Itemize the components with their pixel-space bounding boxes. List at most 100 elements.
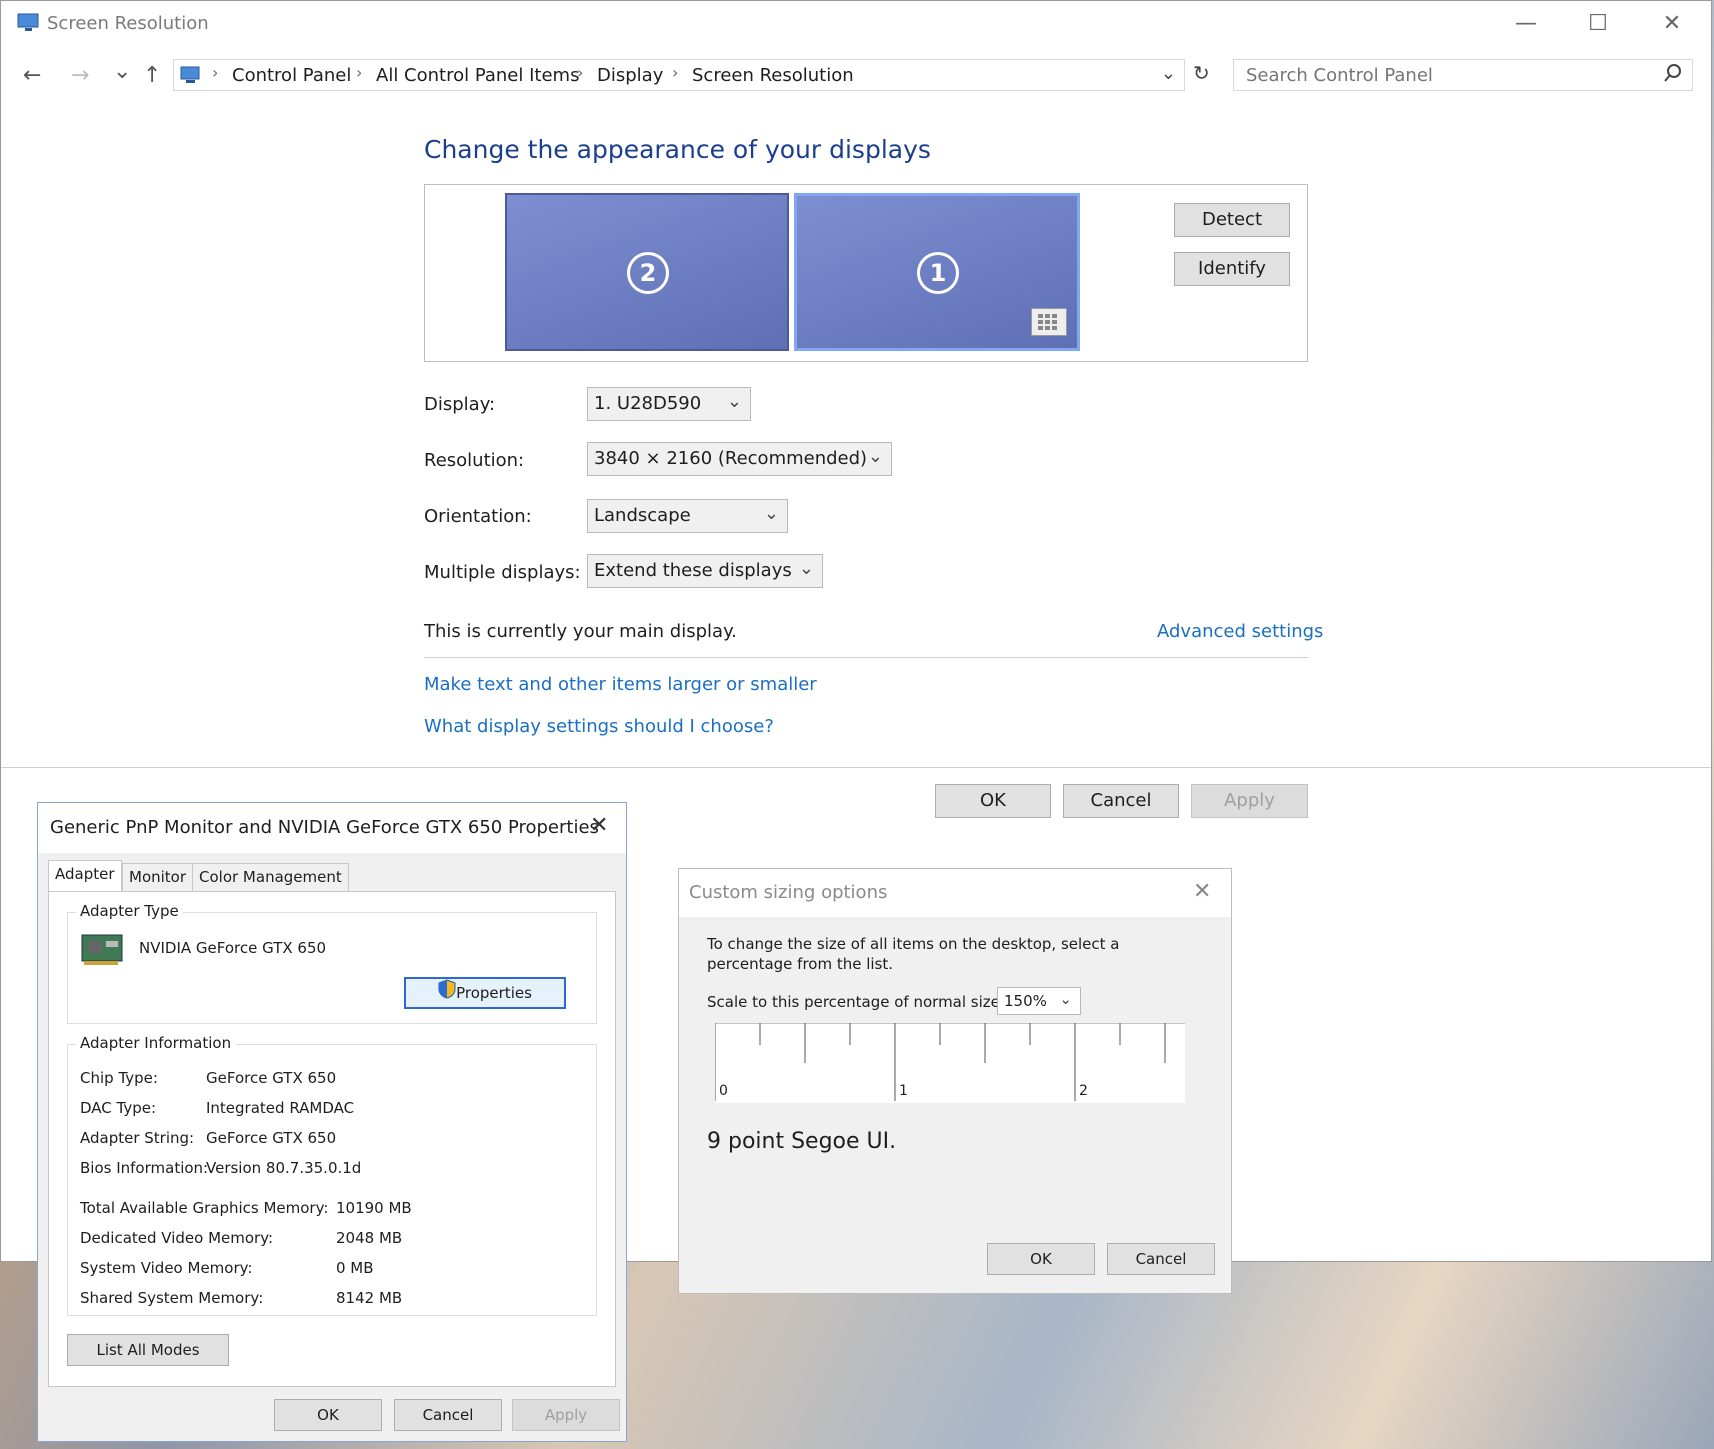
window-title: Screen Resolution	[47, 13, 209, 34]
address-dropdown-chevron-icon[interactable]: ⌄	[1161, 63, 1176, 84]
memory-value: 8142 MB	[336, 1289, 403, 1307]
scale-percentage-select[interactable]: 150% ⌄	[997, 987, 1081, 1015]
custom-sizing-dialog: Custom sizing options ✕ To change the si…	[678, 868, 1232, 1294]
ruler-label: 1	[899, 1083, 908, 1099]
dialog-title: Custom sizing options	[689, 882, 888, 903]
info-value: Integrated RAMDAC	[206, 1099, 355, 1117]
cancel-button[interactable]: Cancel	[1063, 784, 1179, 818]
dialog-title-bar: Custom sizing options ✕	[679, 869, 1231, 917]
make-text-larger-link[interactable]: Make text and other items larger or smal…	[424, 674, 817, 695]
orientation-select[interactable]: Landscape ⌄	[587, 499, 788, 533]
graphics-card-icon	[80, 929, 126, 973]
chevron-down-icon: ⌄	[763, 503, 779, 524]
adapter-tab-panel: Adapter Type NVIDIA GeForce GTX 650 Prop…	[48, 891, 616, 1387]
detect-button[interactable]: Detect	[1174, 203, 1290, 237]
resolution-label: Resolution:	[424, 450, 525, 471]
page-heading: Change the appearance of your displays	[424, 135, 931, 164]
ok-button[interactable]: OK	[935, 784, 1051, 818]
display-settings-help-link[interactable]: What display settings should I choose?	[424, 716, 774, 737]
info-value: GeForce GTX 650	[206, 1069, 337, 1087]
chevron-down-icon: ⌄	[867, 446, 883, 467]
custom-cancel-button[interactable]: Cancel	[1107, 1243, 1215, 1275]
chevron-down-icon: ⌄	[798, 558, 814, 579]
search-icon[interactable]	[1663, 63, 1683, 87]
monitor-1[interactable]: 1	[794, 193, 1080, 351]
breadcrumb-separator-icon: ›	[577, 63, 584, 82]
adapter-properties-button[interactable]: Properties	[404, 977, 566, 1009]
info-value: GeForce GTX 650	[206, 1129, 337, 1147]
uac-shield-icon	[438, 979, 456, 1008]
tab-adapter[interactable]: Adapter	[48, 860, 122, 892]
memory-value: 2048 MB	[336, 1229, 403, 1247]
memory-value: 0 MB	[336, 1259, 374, 1277]
multiple-displays-select[interactable]: Extend these displays ⌄	[587, 554, 823, 588]
breadcrumb-control-panel[interactable]: Control Panel	[232, 65, 351, 86]
monitor-number-badge: 2	[627, 252, 669, 294]
ruler-ticks	[714, 1022, 1185, 1101]
breadcrumb-all-items[interactable]: All Control Panel Items	[376, 65, 579, 86]
custom-ok-button[interactable]: OK	[987, 1243, 1095, 1275]
ruler[interactable]: 0 1 2	[714, 1022, 1185, 1103]
info-key: Bios Information:	[80, 1159, 209, 1177]
props-ok-button[interactable]: OK	[274, 1399, 382, 1431]
custom-description-line1: To change the size of all items on the d…	[707, 935, 1120, 953]
recent-locations-chevron-icon[interactable]: ⌄	[113, 59, 131, 84]
adapter-information-title: Adapter Information	[76, 1034, 236, 1052]
title-bar: Screen Resolution — ☐ ✕	[1, 1, 1711, 47]
info-key: Chip Type:	[80, 1069, 158, 1087]
display-label: Display:	[424, 394, 496, 415]
info-value: Version 80.7.35.0.1d	[206, 1159, 362, 1177]
identify-button[interactable]: Identify	[1174, 252, 1290, 286]
forward-arrow-icon[interactable]: →	[71, 63, 89, 88]
address-bar[interactable]: › Control Panel › All Control Panel Item…	[173, 59, 1185, 91]
breadcrumb-display[interactable]: Display	[597, 65, 663, 86]
maximize-button[interactable]: ☐	[1575, 9, 1621, 39]
info-key: DAC Type:	[80, 1099, 157, 1117]
tab-monitor[interactable]: Monitor	[122, 863, 194, 891]
minimize-button[interactable]: —	[1503, 9, 1549, 39]
memory-key: Total Available Graphics Memory:	[80, 1199, 329, 1217]
memory-key: Dedicated Video Memory:	[80, 1229, 274, 1247]
memory-key: System Video Memory:	[80, 1259, 253, 1277]
display-select[interactable]: 1. U28D590 ⌄	[587, 387, 751, 421]
scale-label: Scale to this percentage of normal size:	[707, 993, 1005, 1011]
adapter-type-group: Adapter Type NVIDIA GeForce GTX 650 Prop…	[67, 902, 597, 1024]
control-panel-icon	[180, 65, 202, 89]
display-select-value: 1. U28D590	[594, 393, 702, 414]
close-icon[interactable]: ✕	[1193, 879, 1211, 904]
back-arrow-icon[interactable]: ←	[23, 63, 41, 88]
up-arrow-icon[interactable]: ↑	[143, 63, 161, 88]
adapter-information-group: Adapter Information Chip Type: GeForce G…	[67, 1034, 597, 1316]
breadcrumb-separator-icon: ›	[212, 63, 219, 82]
breadcrumb-screen-resolution[interactable]: Screen Resolution	[692, 65, 854, 86]
resolution-select[interactable]: 3840 × 2160 (Recommended) ⌄	[587, 442, 892, 476]
props-apply-button[interactable]: Apply	[512, 1399, 620, 1431]
chevron-down-icon: ⌄	[1059, 990, 1072, 1008]
memory-key: Shared System Memory:	[80, 1289, 264, 1307]
props-cancel-button[interactable]: Cancel	[394, 1399, 502, 1431]
dialog-title-bar: Generic PnP Monitor and NVIDIA GeForce G…	[38, 803, 626, 853]
close-button[interactable]: ✕	[1649, 9, 1695, 39]
apply-button[interactable]: Apply	[1191, 784, 1308, 818]
tab-color-management[interactable]: Color Management	[192, 863, 349, 891]
advanced-settings-link[interactable]: Advanced settings	[1157, 621, 1323, 642]
orientation-select-value: Landscape	[594, 505, 691, 526]
divider	[424, 657, 1308, 658]
memory-value: 10190 MB	[336, 1199, 412, 1217]
address-row: ← → ⌄ ↑ › Control Panel › All Control Pa…	[1, 55, 1711, 95]
main-display-text: This is currently your main display.	[424, 621, 737, 642]
refresh-icon[interactable]: ↻	[1193, 61, 1210, 85]
footer-divider	[1, 767, 1711, 768]
close-icon[interactable]: ✕	[590, 813, 608, 838]
monitor-number-badge: 1	[917, 252, 959, 294]
display-app-icon	[17, 13, 41, 33]
list-all-modes-button[interactable]: List All Modes	[67, 1334, 229, 1366]
resolution-select-value: 3840 × 2160 (Recommended)	[594, 448, 868, 469]
adapter-properties-label: Properties	[456, 984, 532, 1002]
monitor-arrangement-area: 2 1 Detect Identify	[424, 184, 1308, 362]
custom-description-line2: percentage from the list.	[707, 955, 894, 973]
monitor-2[interactable]: 2	[505, 193, 789, 351]
adapter-properties-dialog: Generic PnP Monitor and NVIDIA GeForce G…	[37, 802, 627, 1442]
multiple-displays-label: Multiple displays:	[424, 562, 581, 583]
search-input[interactable]	[1233, 59, 1693, 91]
